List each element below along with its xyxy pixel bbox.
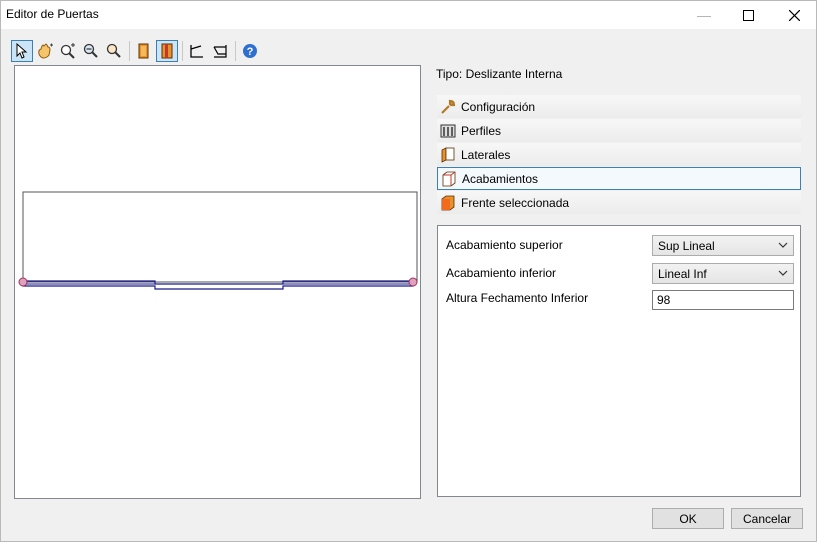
section-laterales[interactable]: Laterales: [437, 143, 801, 166]
acabamiento-inferior-label: Acabamiento inferior: [446, 266, 557, 280]
zoom-out-button[interactable]: [80, 40, 102, 62]
maximize-button[interactable]: [731, 1, 765, 29]
dialog-window: Editor de Puertas — ? Tipo: Deslizante I…: [0, 0, 817, 542]
chevron-down-icon: [778, 270, 788, 276]
window-title: Editor de Puertas: [6, 7, 99, 21]
door-front-button[interactable]: [133, 40, 155, 62]
section-acabamientos[interactable]: Acabamientos: [437, 167, 801, 190]
select-pointer-icon: [16, 43, 28, 59]
toolbar-separator: [182, 41, 183, 61]
section-label: Laterales: [461, 147, 511, 162]
finishes-icon: [440, 170, 458, 188]
front-icon: [439, 194, 457, 212]
cancel-button[interactable]: Cancelar: [731, 508, 803, 529]
acabamiento-superior-select[interactable]: Sup Lineal: [652, 235, 794, 256]
toolbar-separator: [235, 41, 236, 61]
section-perfiles[interactable]: Perfiles: [437, 119, 801, 142]
acabamiento-superior-label: Acabamiento superior: [446, 238, 563, 252]
profile-left-icon: [190, 45, 203, 58]
close-button[interactable]: [777, 1, 811, 29]
profile-right-button[interactable]: [209, 40, 231, 62]
acabamiento-inferior-select[interactable]: Lineal Inf: [652, 263, 794, 284]
section-label: Perfiles: [461, 123, 502, 138]
help-button[interactable]: ?: [239, 40, 261, 62]
toolbar: ?: [11, 39, 265, 63]
left-handle-point: [18, 277, 28, 287]
help-icon: ?: [243, 44, 257, 58]
zoom-in-button[interactable]: [57, 40, 79, 62]
profile-left-button[interactable]: [186, 40, 208, 62]
section-label: Acabamientos: [462, 171, 539, 186]
section-frente-seleccionada[interactable]: Frente seleccionada: [437, 191, 801, 214]
profiles-icon: [439, 122, 457, 140]
maximize-icon: [742, 9, 754, 21]
minimize-button[interactable]: —: [687, 1, 721, 29]
door-side-icon: [161, 43, 173, 59]
wrench-icon: [439, 98, 457, 116]
properties-panel: Acabamiento superior Sup Lineal Acabamie…: [437, 225, 801, 497]
svg-text:?: ?: [247, 46, 254, 58]
door-drawing: [18, 191, 418, 290]
door-outline: [22, 191, 418, 283]
zoom-in-icon: [60, 43, 75, 59]
right-handle-point: [408, 277, 418, 287]
zoom-out-icon: [83, 43, 98, 58]
door-drawing-canvas[interactable]: [14, 65, 421, 499]
section-configuracion[interactable]: Configuración: [437, 95, 801, 118]
section-label: Frente seleccionada: [461, 195, 570, 210]
pan-hand-icon: [38, 43, 53, 59]
title-bar: Editor de Puertas —: [1, 1, 816, 29]
zoom-extents-icon: [106, 43, 121, 58]
section-label: Configuración: [461, 99, 536, 114]
acabamiento-superior-value: Sup Lineal: [658, 238, 715, 253]
door-front-icon: [138, 43, 149, 59]
zoom-extents-button[interactable]: [103, 40, 125, 62]
door-type-label: Tipo: Deslizante Interna: [436, 67, 563, 81]
pan-tool-button[interactable]: [34, 40, 56, 62]
close-icon: [788, 9, 800, 21]
ok-button[interactable]: OK: [652, 508, 724, 529]
profile-right-icon: [213, 45, 227, 58]
laterals-icon: [439, 146, 457, 164]
select-tool-button[interactable]: [11, 40, 33, 62]
altura-fechamento-label: Altura Fechamento Inferior: [446, 291, 589, 305]
door-side-button[interactable]: [156, 40, 178, 62]
toolbar-separator: [129, 41, 130, 61]
altura-fechamento-input[interactable]: 98: [652, 290, 794, 310]
chevron-down-icon: [778, 242, 788, 248]
acabamiento-inferior-value: Lineal Inf: [658, 266, 707, 281]
minimize-icon: —: [697, 7, 711, 23]
